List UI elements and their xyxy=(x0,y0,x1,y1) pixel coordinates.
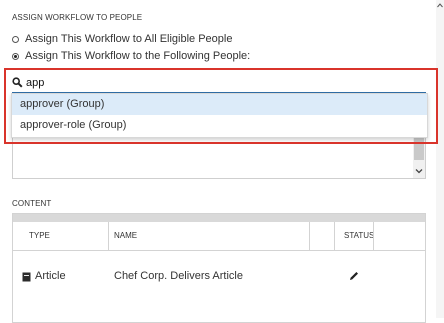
column-divider xyxy=(334,222,335,250)
column-header-status[interactable]: STATUS xyxy=(344,222,374,250)
radio-assign-all[interactable]: Assign This Workflow to All Eligible Peo… xyxy=(12,33,232,45)
content-table: TYPE NAME STATUS Article Chef Corp. Deli… xyxy=(12,213,426,323)
column-divider xyxy=(108,222,109,250)
column-divider xyxy=(309,222,310,250)
list-scrollbar-thumb[interactable] xyxy=(414,136,424,160)
search-icon xyxy=(12,77,23,88)
suggestion-dropdown: approver (Group) approver-role (Group) xyxy=(11,93,428,138)
suggestion-item[interactable]: approver (Group) xyxy=(12,94,427,115)
radio-label: Assign This Workflow to All Eligible Peo… xyxy=(25,33,233,45)
table-header: TYPE NAME STATUS xyxy=(13,222,425,251)
assign-section-heading: ASSIGN WORKFLOW TO PEOPLE xyxy=(12,13,143,22)
scroll-up-icon[interactable] xyxy=(437,3,443,8)
search-input[interactable] xyxy=(26,75,416,90)
radio-assign-following[interactable]: Assign This Workflow to the Following Pe… xyxy=(12,50,250,62)
radio-label: Assign This Workflow to the Following Pe… xyxy=(25,50,251,62)
content-section-heading: CONTENT xyxy=(12,199,52,208)
selected-people-list[interactable] xyxy=(12,136,426,179)
table-top-bar xyxy=(13,214,425,222)
column-divider xyxy=(373,222,374,250)
row-type: Article xyxy=(35,270,66,282)
radio-button[interactable] xyxy=(12,35,19,43)
column-header-name[interactable]: NAME xyxy=(114,222,137,250)
people-search[interactable] xyxy=(12,74,426,93)
radio-button[interactable] xyxy=(12,52,19,60)
chevron-down-icon[interactable] xyxy=(415,167,423,175)
suggestion-item[interactable]: approver-role (Group) xyxy=(12,115,427,136)
list-scrollbar[interactable] xyxy=(413,136,425,178)
column-header-type[interactable]: TYPE xyxy=(29,222,50,250)
row-name[interactable]: Chef Corp. Delivers Article xyxy=(114,270,243,282)
pencil-icon[interactable] xyxy=(349,271,359,281)
document-icon xyxy=(22,272,31,282)
page-scrollbar[interactable] xyxy=(436,0,444,318)
